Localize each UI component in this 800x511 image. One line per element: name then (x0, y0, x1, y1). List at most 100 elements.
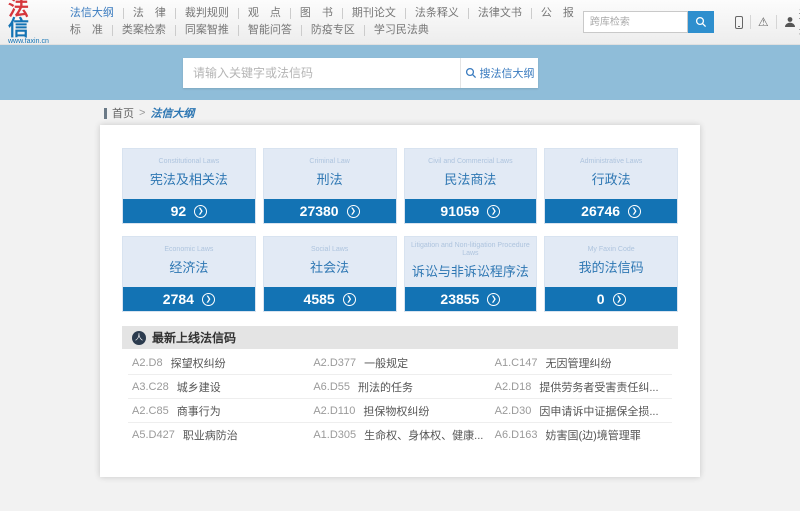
card-en-label: Economic Laws (164, 246, 214, 253)
code-id: A1.D305 (313, 429, 357, 441)
nav-item-books[interactable]: 图 书 (289, 8, 342, 19)
nav-item-faxin-outline[interactable]: 法信大纲 (61, 8, 123, 19)
card-footer[interactable]: 92 ❯ (123, 199, 255, 223)
code-list-item[interactable]: A5.D427 职业病防治 (128, 423, 309, 447)
card-title: 我的法信码 (578, 260, 644, 275)
nav-row-1: 法信大纲 法 律 裁判规则 观 点 图 书 期刊论文 法条释义 法律文书 公 报 (61, 5, 583, 22)
card-footer[interactable]: 2784 ❯ (123, 287, 255, 311)
breadcrumb: 首页 > 法信大纲 (0, 100, 800, 125)
card-footer[interactable]: 23855 ❯ (404, 287, 537, 311)
faxin-logo[interactable]: 法信 www.faxin.cn (8, 0, 49, 45)
card-count: 27380 (299, 203, 339, 219)
user-icon (784, 16, 796, 28)
card-economic-laws[interactable]: Economic Laws 经济法 2784 ❯ (122, 236, 256, 312)
code-list-item[interactable]: A1.C147 无因管理纠纷 (490, 351, 672, 375)
nav-item-civil-code-study[interactable]: 学习民法典 (363, 25, 438, 36)
code-list-item[interactable]: A2.D18 提供劳务者受害责任纠... (490, 375, 672, 399)
nav-item-journals[interactable]: 期刊论文 (341, 8, 405, 19)
nav-item-same-case-push[interactable]: 同案智推 (174, 25, 238, 36)
nav-item-smart-qa[interactable]: 智能问答 (237, 25, 301, 36)
top-header: 法信 www.faxin.cn 法信大纲 法 律 裁判规则 观 点 图 书 期刊… (0, 0, 800, 45)
code-id: A2.D377 (313, 356, 357, 369)
card-procedure-laws[interactable]: Litigation and Non-litigation Procedure … (403, 236, 538, 312)
card-footer[interactable]: 0 ❯ (545, 287, 677, 311)
card-en-label: Social Laws (310, 246, 349, 253)
code-id: A5.D427 (132, 429, 175, 441)
mobile-app-button[interactable] (728, 15, 750, 29)
main-search-button[interactable]: 搜法信大纲 (460, 57, 538, 88)
code-title: 无因管理纠纷 (545, 357, 612, 370)
code-list-item[interactable]: A6.D163 妨害国(边)境管理罪 (491, 423, 672, 447)
nav-item-law[interactable]: 法 律 (122, 8, 175, 19)
login-button[interactable]: 登录 (775, 9, 800, 37)
main-search-button-label: 搜法信大纲 (479, 67, 535, 80)
card-count: 4585 (303, 291, 335, 307)
nav-item-legal-documents[interactable]: 法律文书 (467, 8, 531, 19)
code-title: 提供劳务者受害责任纠... (539, 381, 659, 394)
nav-item-viewpoints[interactable]: 观 点 (237, 8, 290, 19)
card-title: 诉讼与非诉讼程序法 (411, 264, 529, 279)
nav-item-article-interpretation[interactable]: 法条释义 (404, 8, 468, 19)
faxin-code-icon: 人 (132, 330, 146, 345)
code-list-item[interactable]: A2.D377 一般规定 (309, 351, 491, 375)
quick-search-button[interactable] (687, 11, 714, 33)
main-nav: 法信大纲 法 律 裁判规则 观 点 图 书 期刊论文 法条释义 法律文书 公 报… (61, 5, 583, 39)
card-my-faxin-code[interactable]: My Faxin Code 我的法信码 0 ❯ (544, 236, 678, 312)
latest-codes-list: A2.D8 探望权纠纷 A2.D377 一般规定 A1.C147 无因管理纠纷 A3.… (122, 349, 678, 447)
card-footer[interactable]: 91059 ❯ (404, 199, 537, 223)
latest-codes-header: 人 最新上线法信码 (122, 326, 678, 349)
code-list-item[interactable]: A2.C85 商事行为 (128, 399, 310, 423)
quick-search-input[interactable] (582, 11, 688, 33)
arrow-circle-icon: ❯ (346, 204, 360, 218)
notice-button[interactable]: ⚠ (749, 15, 776, 29)
mobile-icon (734, 15, 743, 29)
card-footer[interactable]: 27380 ❯ (263, 199, 396, 223)
search-banner: 搜法信大纲 (0, 45, 800, 100)
search-icon (695, 16, 707, 28)
search-icon (465, 67, 477, 79)
category-cards: Constitutional Laws 宪法及相关法 92 ❯ Criminal… (122, 148, 678, 312)
code-list-item[interactable]: A1.D305 生命权、身体权、健康... (309, 423, 490, 447)
card-social-laws[interactable]: Social Laws 社会法 4585 ❯ (262, 236, 397, 312)
arrow-circle-icon: ❯ (201, 292, 215, 306)
code-list-item[interactable]: A6.D55 刑法的任务 (309, 375, 491, 399)
card-en-label: Administrative Laws (580, 158, 643, 165)
card-criminal-law[interactable]: Criminal Law 刑法 27380 ❯ (262, 148, 397, 224)
nav-item-judgment-rules[interactable]: 裁判规则 (174, 8, 238, 19)
code-id: A2.C85 (132, 404, 169, 417)
code-list-item[interactable]: A2.D110 担保物权纠纷 (309, 399, 491, 423)
arrow-circle-icon: ❯ (487, 292, 501, 306)
code-title: 商事行为 (176, 405, 221, 418)
code-id: A3.C28 (132, 380, 169, 393)
code-list-item[interactable]: A3.C28 城乡建设 (128, 375, 310, 399)
card-civil-commercial-laws[interactable]: Civil and Commercial Laws 民法商法 91059 ❯ (403, 148, 538, 224)
card-constitutional-laws[interactable]: Constitutional Laws 宪法及相关法 92 ❯ (122, 148, 256, 224)
code-title: 探望权纠纷 (170, 357, 226, 370)
card-count: 2784 (162, 291, 194, 307)
banner-search: 搜法信大纲 (183, 57, 538, 88)
breadcrumb-home-link[interactable]: 首页 (112, 105, 134, 121)
code-list-item[interactable]: A2.D30 因申请诉中证据保全损... (490, 399, 672, 423)
card-footer[interactable]: 26746 ❯ (545, 199, 677, 223)
code-id: A1.C147 (494, 356, 538, 369)
code-title: 生命权、身体权、健康... (364, 430, 484, 442)
nav-item-epidemic-zone[interactable]: 防疫专区 (300, 25, 364, 36)
nav-item-standards[interactable]: 标 准 (61, 25, 112, 36)
nav-item-similar-case-search[interactable]: 类案检索 (111, 25, 175, 36)
card-title: 刑法 (316, 172, 343, 187)
card-count: 91059 (440, 203, 480, 219)
nav-item-gazette[interactable]: 公 报 (530, 8, 583, 19)
arrow-circle-icon: ❯ (194, 204, 208, 218)
card-administrative-laws[interactable]: Administrative Laws 行政法 26746 ❯ (544, 148, 678, 224)
main-search-input[interactable] (183, 57, 460, 88)
page: 法信 www.faxin.cn 法信大纲 法 律 裁判规则 观 点 图 书 期刊… (0, 0, 800, 511)
code-list-item[interactable]: A2.D8 探望权纠纷 (128, 351, 310, 375)
card-en-label: My Faxin Code (587, 246, 635, 253)
breadcrumb-bar (104, 107, 107, 119)
card-footer[interactable]: 4585 ❯ (263, 287, 396, 311)
card-title: 行政法 (591, 172, 631, 187)
code-id: A6.D163 (494, 429, 538, 441)
card-title: 经济法 (169, 260, 209, 275)
logo-char-xin: 信 (8, 17, 30, 40)
code-title: 妨害国(边)境管理罪 (545, 430, 641, 442)
